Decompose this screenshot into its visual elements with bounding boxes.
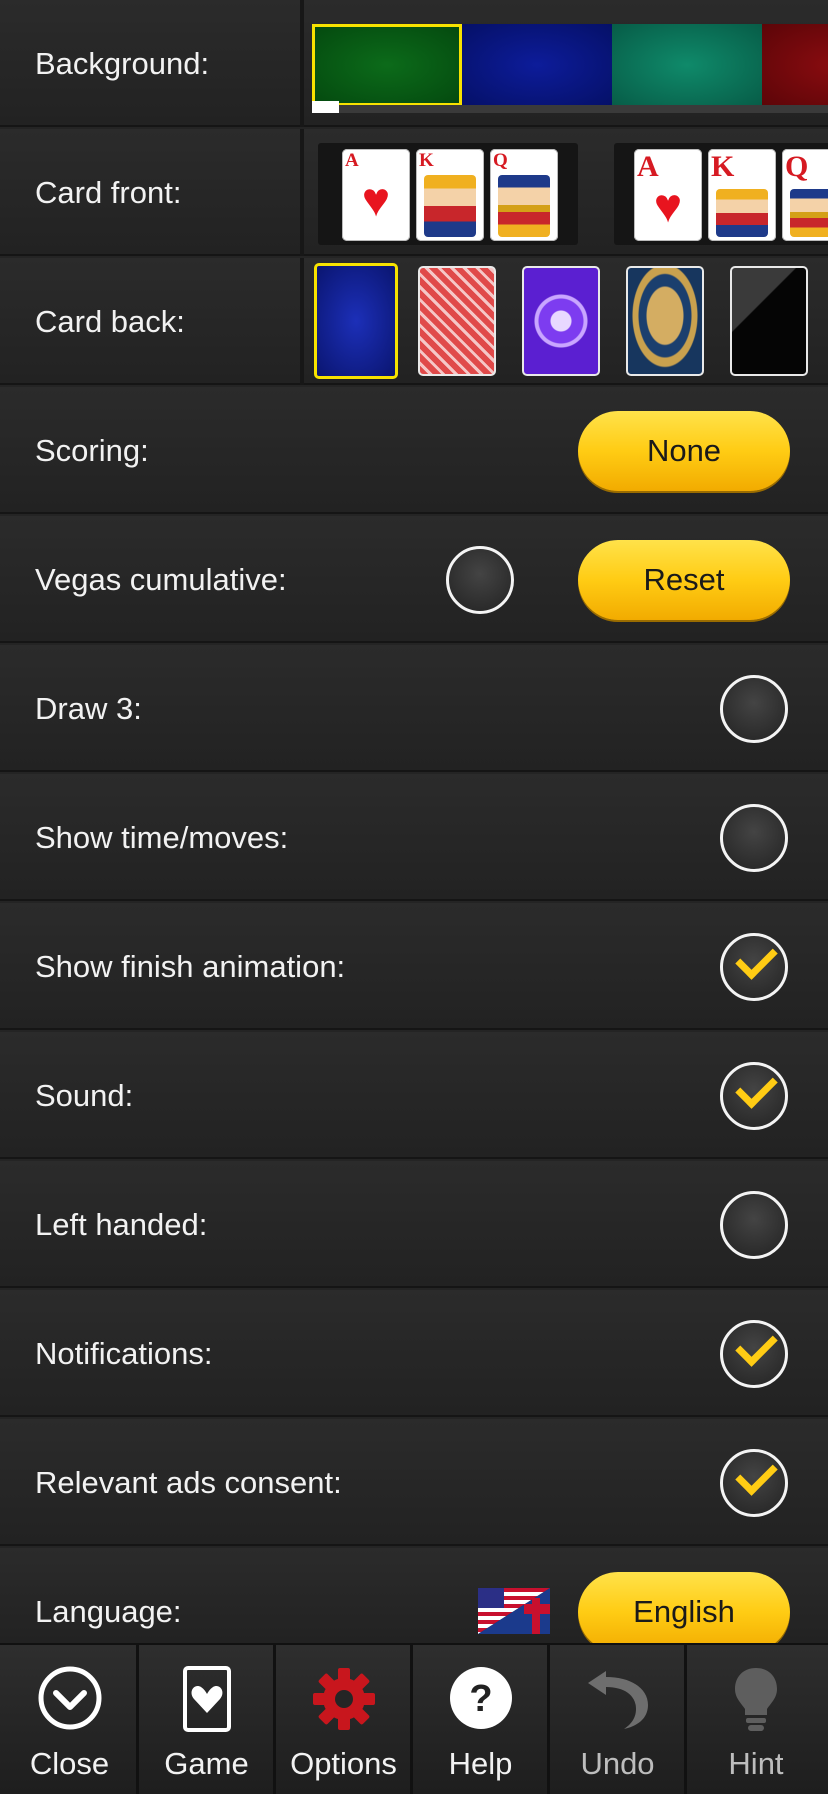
help-button[interactable]: ? Help [414,1645,550,1794]
background-swatch-teal[interactable] [612,24,762,106]
row-divider [300,0,304,127]
notifications-checkbox[interactable] [720,1320,788,1388]
show-time-checkbox[interactable] [720,804,788,872]
finish-animation-checkbox[interactable] [720,933,788,1001]
left-handed-row: Left handed: [0,1161,828,1288]
queen-hearts-card: Q [490,149,558,241]
card-front-option-classic[interactable]: A ♥ K Q [318,143,578,245]
notifications-row: Notifications: [0,1290,828,1417]
king-face-icon [424,175,476,237]
sound-checkbox[interactable] [720,1062,788,1130]
options-button[interactable]: Options [277,1645,413,1794]
card-front-list[interactable]: A ♥ K Q A ♥ K Q [306,129,828,256]
question-circle-icon: ? [449,1667,512,1729]
undo-label: Undo [580,1746,655,1781]
ads-consent-row: Relevant ads consent: [0,1419,828,1546]
background-swatch-blue[interactable] [462,24,612,106]
reset-button[interactable]: Reset [578,540,790,620]
background-label: Background: [35,46,210,81]
undo-button[interactable]: Undo [551,1645,687,1794]
queen-face-icon [790,189,828,237]
options-label: Options [290,1746,397,1781]
ads-consent-label: Relevant ads consent: [35,1465,342,1500]
chevron-down-circle-icon [38,1666,101,1730]
checkmark-icon [735,937,778,980]
language-label: Language: [35,1594,182,1629]
card-rank: A [345,150,359,171]
ace-hearts-card: A ♥ [342,149,410,241]
background-swatch-red[interactable] [762,24,828,106]
show-time-row: Show time/moves: [0,774,828,901]
help-label: Help [448,1746,513,1781]
ace-hearts-card: A ♥ [634,149,702,241]
vegas-checkbox[interactable] [446,546,514,614]
checkmark-icon [735,1066,778,1109]
flag-us-uk-icon [478,1588,550,1634]
lightbulb-icon [735,1668,777,1731]
language-row: Language: English [0,1548,828,1643]
notifications-label: Notifications: [35,1336,213,1371]
card-heart-icon [182,1666,231,1732]
finish-animation-label: Show finish animation: [35,949,346,984]
game-label: Game [164,1746,249,1781]
card-back-purple-mandala[interactable] [522,266,600,376]
game-button[interactable]: Game [140,1645,276,1794]
show-time-label: Show time/moves: [35,820,289,855]
hint-label: Hint [728,1746,784,1781]
hint-button[interactable]: Hint [688,1645,824,1794]
card-back-list[interactable] [306,258,828,385]
language-button[interactable]: English [578,1572,790,1643]
close-label: Close [29,1746,110,1781]
king-hearts-card: K [416,149,484,241]
checkmark-icon [735,1324,778,1367]
left-handed-label: Left handed: [35,1207,208,1242]
bottom-toolbar: Close Game Options ? Help Undo Hint [0,1643,828,1794]
background-swatch-list[interactable] [306,0,828,127]
card-rank: K [419,150,434,171]
sound-row: Sound: [0,1032,828,1159]
finish-animation-row: Show finish animation: [0,903,828,1030]
scoring-row: Scoring: None [0,387,828,514]
vegas-label: Vegas cumulative: [35,562,287,597]
background-swatch-green[interactable] [312,24,462,106]
card-rank: Q [493,150,508,171]
card-back-label: Card back: [35,304,185,339]
vegas-row: Vegas cumulative: Reset [0,516,828,643]
row-divider [300,258,304,385]
card-back-row: Card back: [0,258,828,385]
heart-icon: ♥ [361,174,391,227]
scroll-track [312,105,828,113]
gear-icon [312,1668,375,1730]
card-back-gold-damask[interactable] [626,266,704,376]
row-divider [300,129,304,256]
sound-label: Sound: [35,1078,134,1113]
svg-text:?: ? [469,1678,492,1720]
card-back-blue[interactable] [314,263,398,379]
card-rank: Q [785,150,809,183]
card-front-label: Card front: [35,175,182,210]
queen-hearts-card: Q [782,149,828,241]
left-handed-checkbox[interactable] [720,1191,788,1259]
card-back-black-gloss[interactable] [730,266,808,376]
scroll-thumb[interactable] [312,101,339,113]
heart-icon: ♥ [653,180,683,233]
ads-consent-checkbox[interactable] [720,1449,788,1517]
queen-face-icon [498,175,550,237]
card-front-row: Card front: A ♥ K Q A ♥ K Q [0,129,828,256]
king-hearts-card: K [708,149,776,241]
draw3-row: Draw 3: [0,645,828,772]
card-front-option-large[interactable]: A ♥ K Q [614,143,828,245]
background-row: Background: [0,0,828,127]
checkmark-icon [735,1453,778,1496]
king-face-icon [716,189,768,237]
draw3-label: Draw 3: [35,691,142,726]
close-button[interactable]: Close [3,1645,139,1794]
undo-arrow-icon [587,1671,648,1729]
scoring-label: Scoring: [35,433,149,468]
draw3-checkbox[interactable] [720,675,788,743]
card-back-red-pattern[interactable] [418,266,496,376]
card-rank: K [711,150,735,183]
scoring-button[interactable]: None [578,411,790,491]
